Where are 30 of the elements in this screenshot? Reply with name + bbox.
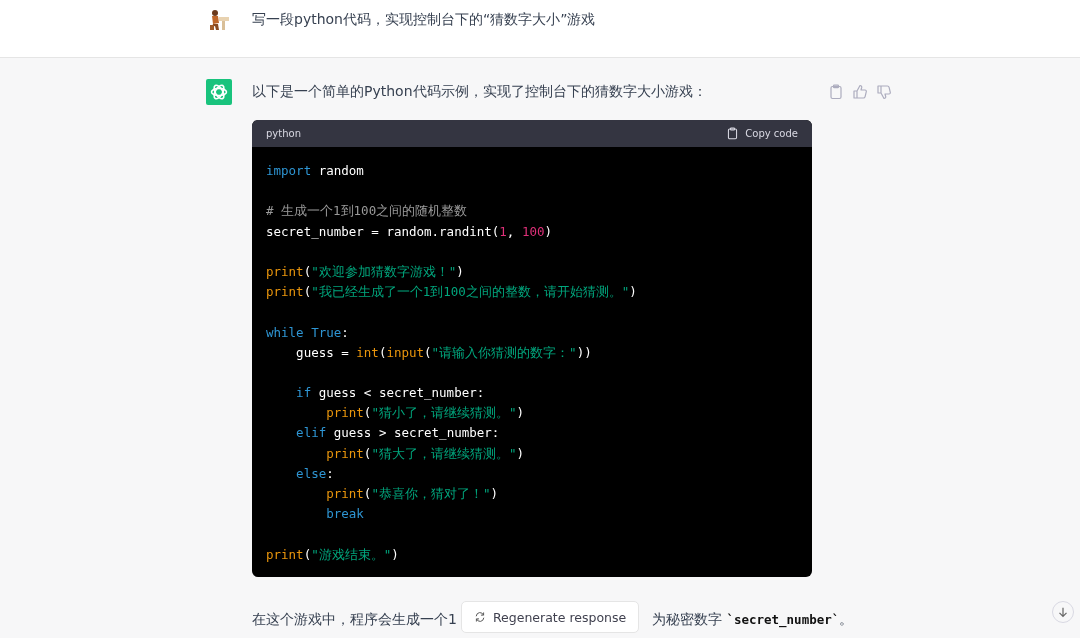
arrow-down-icon bbox=[1056, 605, 1070, 619]
code-line: import random bbox=[266, 162, 365, 180]
code-line: else: bbox=[295, 464, 335, 483]
code-line: print("欢迎参加猜数字游戏！") bbox=[266, 262, 465, 281]
code-line: secret_number = random.randint(1, 100) bbox=[266, 222, 553, 241]
thumbs-down-icon[interactable] bbox=[876, 84, 892, 100]
code-line: print("猜大了，请继续猜测。") bbox=[325, 444, 525, 463]
code-line: print("恭喜你，猜对了！") bbox=[325, 485, 499, 503]
code-line: print("我已经生成了一个1到100之间的整数，请开始猜测。") bbox=[266, 283, 638, 302]
clipboard-icon[interactable] bbox=[828, 84, 844, 100]
language-label: python bbox=[266, 128, 301, 139]
copy-code-button[interactable]: Copy code bbox=[726, 127, 798, 140]
thumbs-up-icon[interactable] bbox=[852, 84, 868, 100]
paragraph-text: 为秘密数字 `secret_number`。 bbox=[651, 610, 854, 629]
paragraph-text: 在这个游戏中，程序会生成一个1 bbox=[252, 610, 457, 629]
code-line: guess = int(input("请输入你猜测的数字：")) bbox=[295, 343, 593, 362]
code-line: print("猜小了，请继续猜测。") bbox=[325, 404, 525, 423]
code-line: break bbox=[325, 505, 365, 524]
code-line: print("游戏结束。") bbox=[266, 545, 400, 564]
clipboard-icon bbox=[726, 127, 740, 140]
code-line: # 生成一个1到100之间的随机整数 bbox=[266, 202, 469, 221]
code-line: elif guess > secret_number: bbox=[295, 424, 501, 443]
assistant-message: 以下是一个简单的Python代码示例，实现了控制台下的猜数字大小游戏： bbox=[252, 83, 707, 101]
regenerate-button[interactable]: Regenerate response bbox=[461, 601, 640, 633]
user-message: 写一段python代码，实现控制台下的“猜数字大小”游戏 bbox=[252, 10, 596, 29]
code-line: while True: bbox=[266, 323, 350, 342]
code-line: if guess < secret_number: bbox=[295, 384, 486, 403]
scroll-down-button[interactable] bbox=[1052, 601, 1074, 623]
logo-icon bbox=[206, 79, 232, 105]
refresh-icon bbox=[474, 611, 486, 623]
